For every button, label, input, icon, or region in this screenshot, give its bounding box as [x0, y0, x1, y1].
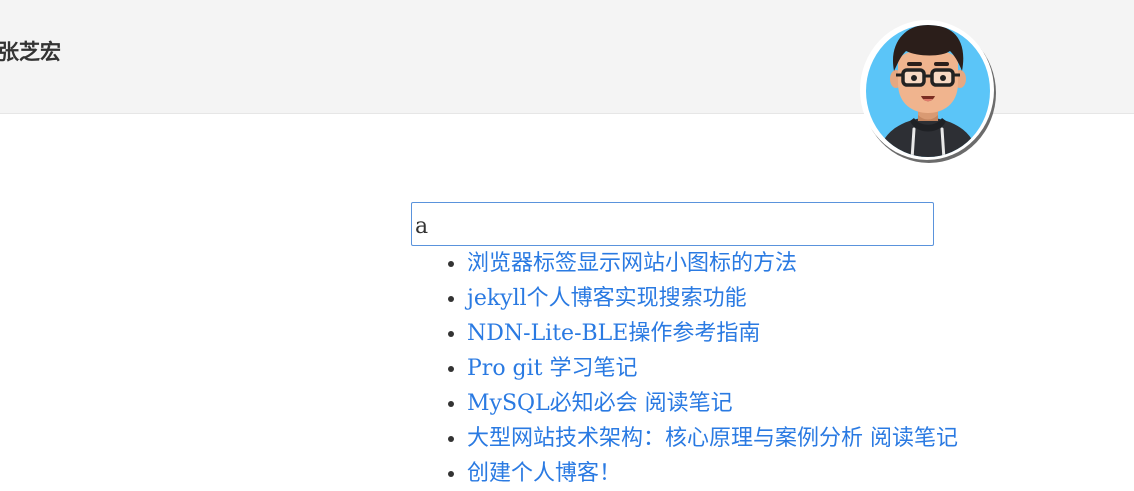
- result-link[interactable]: NDN-Lite-BLE操作参考指南: [467, 321, 760, 346]
- list-item: 浏览器标签显示网站小图标的方法: [467, 246, 1051, 281]
- result-link[interactable]: MySQL必知必会 阅读笔记: [467, 391, 733, 416]
- search-input[interactable]: [411, 202, 934, 246]
- result-link[interactable]: Pro git 学习笔记: [467, 356, 638, 381]
- site-header: 张芝宏: [0, 0, 1134, 163]
- result-link[interactable]: 创建个人博客！: [467, 461, 621, 486]
- search-area: 浏览器标签显示网站小图标的方法 jekyll个人博客实现搜索功能 NDN-Lit…: [411, 202, 1051, 491]
- search-results: 浏览器标签显示网站小图标的方法 jekyll个人博客实现搜索功能 NDN-Lit…: [411, 246, 1051, 491]
- result-link[interactable]: jekyll个人博客实现搜索功能: [467, 286, 747, 311]
- result-link[interactable]: 浏览器标签显示网站小图标的方法: [467, 251, 797, 276]
- list-item: NDN-Lite-BLE操作参考指南: [467, 316, 1051, 351]
- site-title[interactable]: 张芝宏: [0, 36, 61, 66]
- list-item: Pro git 学习笔记: [467, 351, 1051, 386]
- result-link[interactable]: 大型网站技术架构：核心原理与案例分析 阅读笔记: [467, 426, 958, 451]
- avatar-icon[interactable]: [858, 17, 998, 165]
- list-item: MySQL必知必会 阅读笔记: [467, 386, 1051, 421]
- list-item: jekyll个人博客实现搜索功能: [467, 281, 1051, 316]
- list-item: 大型网站技术架构：核心原理与案例分析 阅读笔记: [467, 421, 1051, 456]
